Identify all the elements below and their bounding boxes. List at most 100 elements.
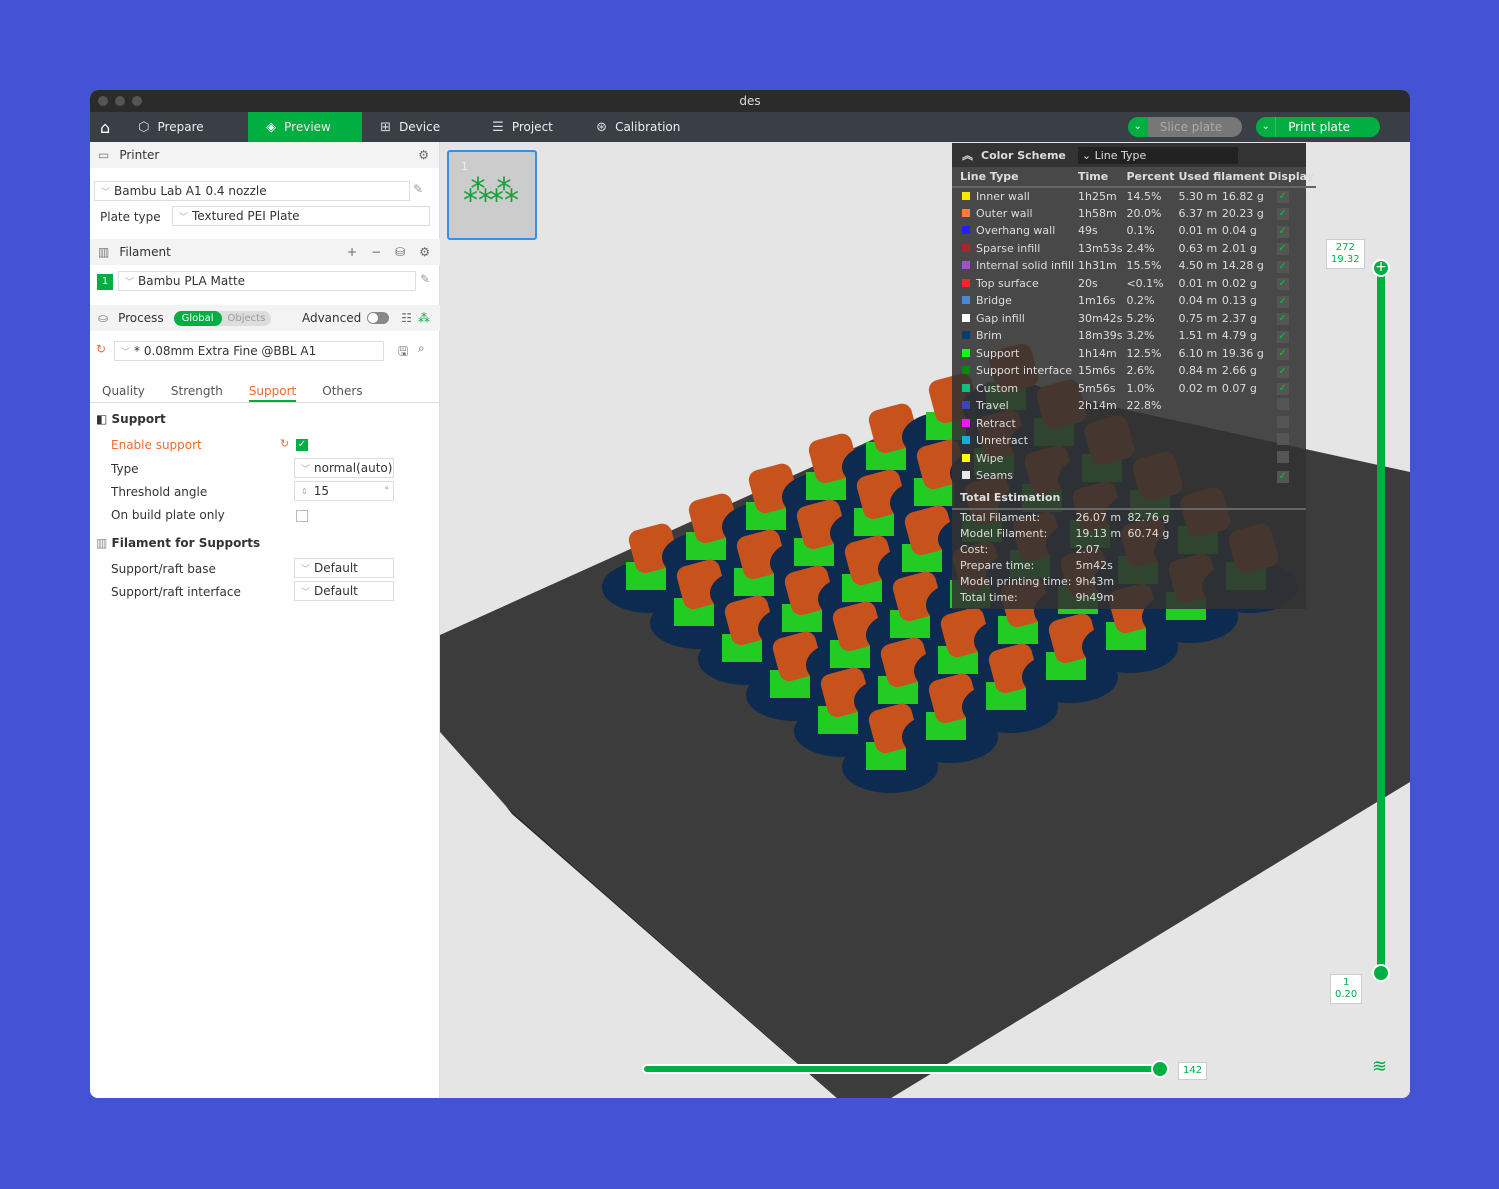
save-icon[interactable]: 🖫 bbox=[398, 342, 408, 363]
remove-icon[interactable]: − bbox=[371, 245, 381, 259]
close-button[interactable] bbox=[98, 96, 108, 106]
col-used-filament: Used filament bbox=[1176, 167, 1267, 188]
display-checkbox[interactable]: ✓ bbox=[1276, 365, 1289, 378]
display-checkbox[interactable] bbox=[1276, 415, 1289, 428]
reset-icon[interactable]: ↻ bbox=[96, 342, 106, 356]
filament-icon: ▥ bbox=[96, 536, 112, 550]
degree-unit: ° bbox=[384, 486, 390, 496]
edit-icon[interactable]: ✎ bbox=[413, 182, 423, 196]
maximize-button[interactable] bbox=[132, 96, 142, 106]
total-row: Model printing time: 9h43m bbox=[952, 574, 1306, 590]
support-interface-select[interactable]: ﹀ Default bbox=[294, 581, 394, 601]
display-checkbox[interactable]: ✓ bbox=[1276, 330, 1289, 343]
filament-icon: ▥ bbox=[98, 245, 110, 259]
support-base-select[interactable]: ﹀ Default bbox=[294, 558, 394, 578]
plate-type-label: Plate type bbox=[100, 210, 161, 224]
layer-slider-top-handle[interactable]: + bbox=[1372, 259, 1390, 277]
line-type-cell: Bridge bbox=[952, 292, 1076, 310]
layer-slider[interactable] bbox=[1377, 268, 1385, 973]
display-checkbox[interactable]: ✓ bbox=[1276, 313, 1289, 326]
tab-others[interactable]: Others bbox=[322, 384, 362, 402]
move-slider-handle[interactable] bbox=[1151, 1060, 1169, 1078]
compare-icon[interactable]: ⁂ bbox=[418, 311, 430, 325]
display-checkbox[interactable]: ✓ bbox=[1276, 295, 1289, 308]
line-type-cell: Support bbox=[952, 345, 1076, 363]
home-button[interactable]: ⌂ bbox=[90, 112, 120, 142]
display-checkbox[interactable]: ✓ bbox=[1276, 278, 1289, 291]
display-checkbox[interactable]: ✓ bbox=[1276, 383, 1289, 396]
display-checkbox[interactable] bbox=[1276, 398, 1289, 411]
layer-slider-bottom-handle[interactable] bbox=[1372, 964, 1390, 982]
advanced-toggle[interactable] bbox=[367, 312, 390, 324]
line-type-cell: Retract bbox=[952, 415, 1076, 433]
global-option[interactable]: Global bbox=[173, 310, 222, 326]
add-icon[interactable]: + bbox=[347, 245, 357, 259]
line-type-row: Travel 2h14m 22.8% bbox=[952, 397, 1316, 415]
objects-option[interactable]: Objects bbox=[222, 311, 272, 326]
total-label: Prepare time: bbox=[960, 559, 1035, 572]
list-icon[interactable]: ☷ bbox=[401, 311, 412, 325]
enable-support-checkbox[interactable]: ✓ bbox=[296, 439, 308, 451]
color-scheme-select[interactable]: ⌄ Line Type bbox=[1077, 146, 1238, 164]
3d-preview-viewport[interactable]: 01 1 ⁂⁂ ︽ Color Scheme ⌄ Line Type Line T… bbox=[440, 142, 1410, 1098]
gear-icon[interactable]: ⚙ bbox=[418, 148, 429, 162]
process-preset-select[interactable]: ﹀ * 0.08mm Extra Fine @BBL A1 bbox=[114, 341, 384, 361]
line-type-cell: Custom bbox=[952, 380, 1076, 398]
tab-project[interactable]: ☰ Project bbox=[474, 112, 578, 142]
display-checkbox[interactable]: ✓ bbox=[1276, 243, 1289, 256]
display-checkbox[interactable] bbox=[1276, 433, 1289, 446]
color-swatch bbox=[962, 348, 970, 357]
display-checkbox[interactable]: ✓ bbox=[1276, 260, 1289, 273]
tab-quality[interactable]: Quality bbox=[102, 384, 145, 402]
move-slider-value: 142 bbox=[1178, 1062, 1208, 1080]
line-type-name: Unretract bbox=[976, 434, 1029, 448]
move-slider[interactable] bbox=[642, 1064, 1162, 1074]
search-icon[interactable]: ⌕ bbox=[418, 341, 425, 356]
chevron-down-icon[interactable]: ⌄ bbox=[1256, 117, 1277, 137]
slice-plate-button[interactable]: ⌄ Slice plate bbox=[1127, 117, 1243, 137]
print-plate-button[interactable]: ⌄ Print plate bbox=[1256, 117, 1380, 137]
threshold-angle-input[interactable]: ⇕ 15 ° bbox=[294, 481, 394, 501]
tab-preview[interactable]: ◈ Preview bbox=[248, 112, 363, 142]
plate-type-value: Textured PEI Plate bbox=[192, 209, 300, 223]
stepper-icon[interactable]: ⇕ bbox=[301, 487, 308, 496]
display-checkbox[interactable]: ✓ bbox=[1276, 225, 1289, 238]
display-checkbox[interactable]: ✓ bbox=[1276, 348, 1289, 361]
line-type-row: Outer wall 1h58m 20.0% 6.37 m 20.23 g ✓ bbox=[952, 205, 1316, 223]
chevron-down-icon[interactable]: ⌄ bbox=[1127, 117, 1148, 137]
line-type-name: Seams bbox=[976, 469, 1013, 483]
edit-icon[interactable]: ✎ bbox=[420, 272, 430, 286]
filament-slot-badge[interactable]: 1 bbox=[97, 274, 113, 290]
layers-icon[interactable]: ≋ bbox=[1372, 1056, 1387, 1077]
length-cell bbox=[1177, 467, 1220, 485]
global-objects-toggle[interactable]: Global Objects bbox=[173, 310, 272, 326]
tab-strength[interactable]: Strength bbox=[171, 384, 223, 402]
tab-prepare[interactable]: ⬡ Prepare bbox=[120, 112, 248, 142]
collapse-icon[interactable]: ︽ bbox=[962, 147, 973, 163]
length-cell bbox=[1177, 415, 1220, 433]
minimize-button[interactable] bbox=[115, 96, 125, 106]
plate-type-select[interactable]: ﹀ Textured PEI Plate bbox=[172, 206, 430, 226]
support-type-select[interactable]: ﹀ normal(auto) bbox=[294, 458, 394, 478]
filament-select[interactable]: ﹀ Bambu PLA Matte bbox=[118, 271, 416, 291]
total-weight bbox=[1125, 574, 1306, 590]
home-icon: ⌂ bbox=[100, 117, 111, 137]
printer-select[interactable]: ﹀ Bambu Lab A1 0.4 nozzle bbox=[94, 181, 410, 201]
reset-icon[interactable]: ↻ bbox=[280, 437, 289, 450]
percent-cell bbox=[1124, 415, 1176, 433]
build-plate-only-checkbox[interactable] bbox=[296, 510, 308, 522]
sync-icon[interactable]: ⛁ bbox=[395, 245, 405, 259]
display-checkbox[interactable]: ✓ bbox=[1276, 191, 1289, 204]
total-row: Total Filament: 26.07 m 82.76 g bbox=[952, 510, 1306, 526]
display-checkbox[interactable]: ✓ bbox=[1276, 470, 1289, 483]
line-type-row: Sparse infill 13m53s 2.4% 0.63 m 2.01 g ✓ bbox=[952, 240, 1316, 258]
tab-calibration[interactable]: ⊛ Calibration bbox=[578, 112, 698, 142]
percent-cell: 12.5% bbox=[1126, 346, 1162, 360]
total-value: 9h43m bbox=[1075, 575, 1115, 588]
display-checkbox[interactable]: ✓ bbox=[1276, 208, 1289, 221]
plate-thumbnail[interactable]: 1 ⁂⁂ bbox=[447, 150, 537, 240]
gear-icon[interactable]: ⚙ bbox=[419, 245, 430, 259]
tab-device[interactable]: ⊞ Device bbox=[362, 112, 474, 142]
tab-support[interactable]: Support bbox=[248, 384, 297, 402]
display-checkbox[interactable] bbox=[1276, 450, 1289, 463]
